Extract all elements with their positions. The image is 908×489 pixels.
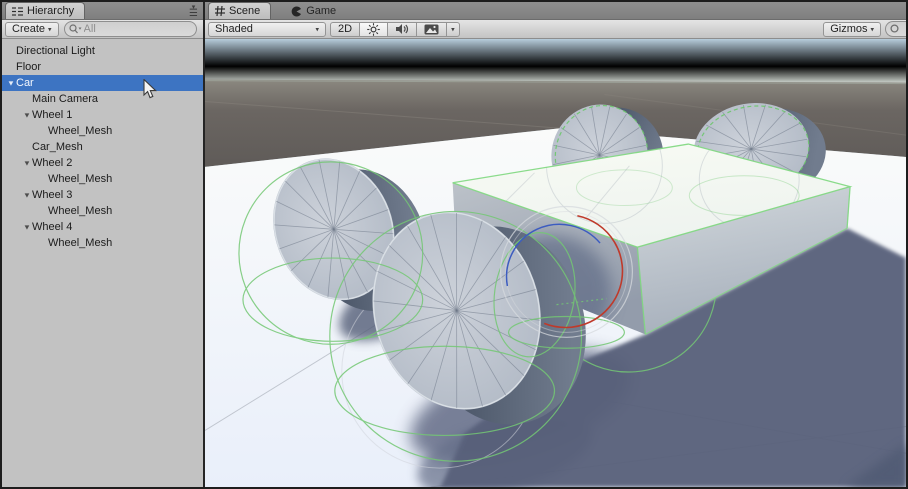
hierarchy-item[interactable]: Main Camera	[2, 91, 203, 107]
hierarchy-item[interactable]: ▼ Wheel 3	[2, 187, 203, 203]
unity-editor-window: Hierarchy ▾☰ Create ▾ Directional Li	[2, 2, 906, 487]
draw-mode-dropdown[interactable]: Shaded ▾	[208, 21, 326, 37]
game-tab-label: Game	[306, 5, 337, 17]
gizmos-caret-icon: ▾	[870, 26, 874, 34]
sky	[205, 39, 906, 85]
scene-audio-button[interactable]	[388, 21, 418, 37]
effects-dropdown-caret[interactable]: ▾	[447, 21, 460, 37]
sun-icon	[367, 22, 380, 36]
create-button-label: Create	[12, 23, 46, 35]
scene-effects-button[interactable]	[417, 21, 448, 37]
hierarchy-tab-label: Hierarchy	[27, 5, 75, 17]
tab-hierarchy[interactable]: Hierarchy	[5, 2, 86, 19]
foldout-arrow-icon[interactable]: ▼	[22, 159, 32, 167]
hierarchy-item-label: Wheel_Mesh	[48, 237, 113, 249]
scene-tabstrip: Scene Game	[205, 2, 906, 20]
hierarchy-item-label: Main Camera	[32, 93, 99, 105]
hierarchy-item-label: Car_Mesh	[32, 141, 83, 153]
scene-toolbar: Shaded ▾ 2D ▾ Gizmos ▾	[205, 20, 906, 39]
scene-grid-icon	[215, 6, 225, 16]
scene-3d-render	[205, 39, 906, 487]
hierarchy-item[interactable]: ▼ Wheel 1	[2, 107, 203, 123]
foldout-arrow-icon[interactable]: ▼	[22, 223, 32, 231]
hierarchy-list-icon	[12, 6, 23, 16]
speaker-icon	[396, 24, 409, 34]
hierarchy-item-label: Wheel 4	[32, 221, 73, 233]
panel-menu-icon[interactable]: ▾ ☰	[189, 4, 198, 19]
foldout-arrow-icon[interactable]: ▼	[22, 111, 32, 119]
hierarchy-item-label: Directional Light	[16, 45, 95, 57]
hierarchy-item[interactable]: Wheel_Mesh	[2, 203, 203, 219]
scene-search-icon	[890, 24, 899, 33]
hierarchy-item-label: Wheel_Mesh	[48, 173, 113, 185]
scene-lighting-button[interactable]	[360, 21, 389, 37]
hierarchy-item[interactable]: Wheel_Mesh	[2, 235, 203, 251]
draw-mode-caret-icon: ▾	[315, 26, 319, 34]
hierarchy-tabstrip: Hierarchy ▾ ☰	[2, 2, 203, 20]
tab-scene[interactable]: Scene	[208, 2, 272, 19]
hierarchy-item[interactable]: ▼ Car	[2, 75, 203, 91]
toggle-2d-label: 2D	[338, 23, 353, 35]
search-icon	[68, 24, 82, 34]
gizmos-label: Gizmos	[830, 23, 868, 35]
hierarchy-item[interactable]: Directional Light	[2, 43, 203, 59]
create-caret-icon: ▾	[48, 26, 52, 34]
hierarchy-item[interactable]: Wheel_Mesh	[2, 123, 203, 139]
hierarchy-panel: Hierarchy ▾☰ Create ▾ Directional Li	[2, 2, 203, 487]
hierarchy-item-label: Floor	[16, 61, 42, 73]
foldout-arrow-icon[interactable]: ▼	[6, 79, 16, 87]
tab-game[interactable]: Game	[285, 3, 346, 19]
scene-search-field[interactable]	[885, 21, 906, 37]
hierarchy-item[interactable]: Wheel_Mesh	[2, 171, 203, 187]
hierarchy-search-input[interactable]	[81, 23, 190, 35]
image-effects-icon	[424, 24, 439, 34]
game-icon	[291, 6, 302, 16]
hierarchy-item[interactable]: ▼ Wheel 4	[2, 219, 203, 235]
hierarchy-item-label: Wheel_Mesh	[48, 125, 113, 137]
gizmos-dropdown[interactable]: Gizmos ▾	[823, 21, 881, 37]
toggle-2d-button[interactable]: 2D	[330, 21, 361, 37]
hierarchy-tree: Directional Light Floor ▼ Car Main Camer…	[2, 39, 203, 487]
scene-panel: Scene Game Shaded ▾ 2D ▾ Gizmos ▾	[205, 2, 906, 487]
effects-caret-icon: ▾	[451, 26, 455, 34]
create-button[interactable]: Create ▾	[5, 21, 59, 37]
hierarchy-item-label: Wheel 1	[32, 109, 73, 121]
scene-tab-label: Scene	[229, 5, 261, 17]
scene-viewport[interactable]	[205, 39, 906, 487]
hierarchy-item[interactable]: Floor	[2, 59, 203, 75]
hierarchy-toolbar: Create ▾	[2, 20, 203, 39]
hierarchy-item[interactable]: ▼ Wheel 2	[2, 155, 203, 171]
hierarchy-item-label: Wheel_Mesh	[48, 205, 113, 217]
draw-mode-label: Shaded	[215, 23, 253, 35]
hierarchy-item[interactable]: Car_Mesh	[2, 139, 203, 155]
foldout-arrow-icon[interactable]: ▼	[22, 191, 32, 199]
hierarchy-item-label: Wheel 2	[32, 157, 73, 169]
hierarchy-item-label: Car	[16, 77, 34, 89]
hierarchy-item-label: Wheel 3	[32, 189, 73, 201]
hierarchy-search-field[interactable]	[63, 21, 197, 37]
